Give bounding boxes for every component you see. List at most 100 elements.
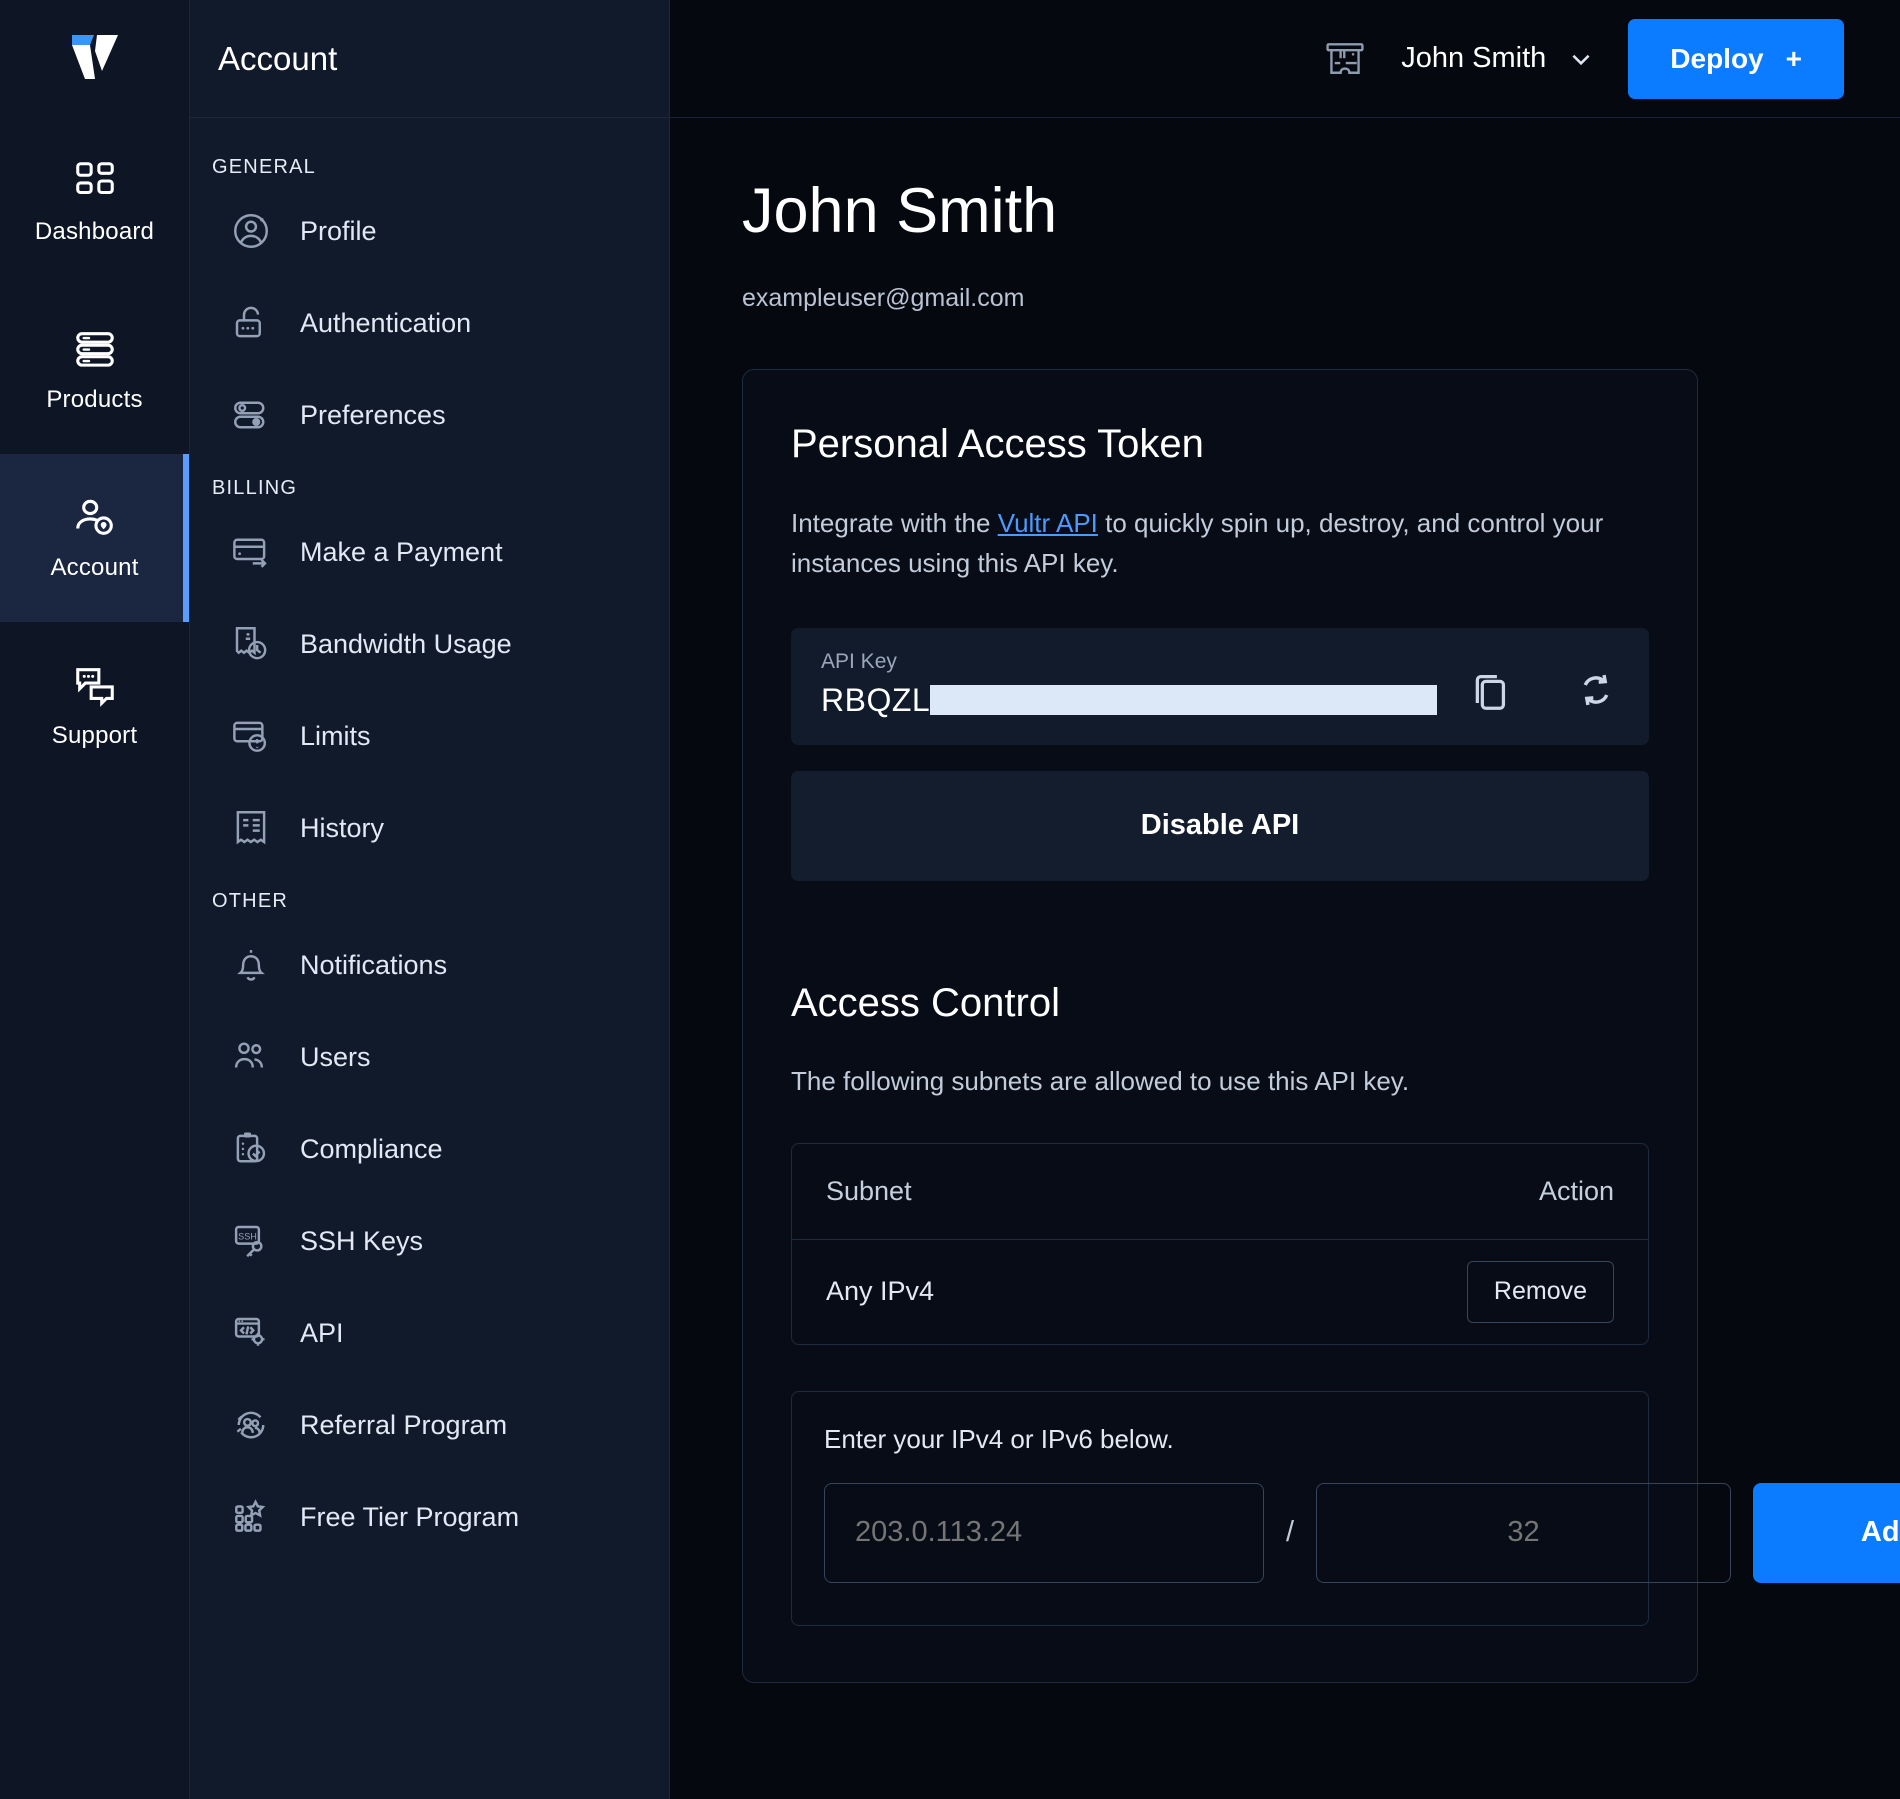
cidr-prefix-input[interactable] (1316, 1482, 1732, 1583)
code-window-gear-icon (234, 1317, 265, 1346)
main-area: John Smith Deploy + John Smith exampleus… (670, 0, 1900, 1799)
rail-item-dashboard[interactable]: Dashboard (0, 118, 189, 286)
deploy-button[interactable]: Deploy + (1628, 18, 1844, 99)
page-title: John Smith (742, 176, 1058, 246)
user-menu[interactable]: John Smith (1401, 42, 1594, 75)
token-card-heading: Personal Access Token (791, 422, 1204, 467)
rail-label-products: Products (46, 386, 143, 413)
sidebar-label-make-a-payment: Make a Payment (300, 536, 503, 567)
sidebar-item-make-a-payment[interactable]: Make a Payment (190, 506, 669, 598)
svg-text:SSH: SSH (238, 1231, 257, 1241)
sidebar-label-limits: Limits (300, 720, 371, 751)
top-bar: John Smith Deploy + (670, 0, 1900, 118)
vultr-api-link[interactable]: Vultr API (998, 508, 1098, 538)
add-subnet-form: Enter your IPv4 or IPv6 below. / Add (791, 1390, 1900, 1626)
table-header-row: Subnet Action (792, 1144, 1648, 1240)
chat-bubbles-icon (75, 668, 114, 707)
toggles-icon (234, 401, 265, 429)
sidebar-label-ssh-keys: SSH Keys (300, 1225, 424, 1256)
nav-group-other: OTHER (212, 890, 288, 912)
sidebar-item-users[interactable]: Users (190, 1011, 669, 1103)
sidebar-item-preferences[interactable]: Preferences (190, 369, 669, 461)
column-header-subnet: Subnet (826, 1175, 912, 1206)
api-key-field: API Key RBQZL (791, 627, 1649, 745)
copy-icon[interactable] (1467, 667, 1513, 713)
receipt-icon (236, 811, 266, 845)
sidebar-item-history[interactable]: History (190, 782, 669, 874)
api-key-value[interactable]: RBQZL (821, 682, 930, 719)
sidebar-item-limits[interactable]: Limits (190, 690, 669, 782)
user-menu-name: John Smith (1401, 42, 1547, 74)
sidebar-label-referral-program: Referral Program (300, 1409, 508, 1440)
primary-nav-rail: Dashboard Products Account Support (0, 0, 190, 1799)
credit-card-arrow-icon (233, 538, 267, 568)
sidebar-label-notifications: Notifications (300, 949, 448, 980)
sidebar-item-authentication[interactable]: Authentication (190, 277, 669, 369)
sidebar-nav: GENERAL Profile Authentication Preferenc… (190, 118, 669, 1563)
table-row: Any IPv4 Remove (792, 1240, 1648, 1344)
personal-access-token-card: Personal Access Token Integrate with the… (742, 369, 1900, 1683)
rail-item-products[interactable]: Products (0, 286, 189, 454)
sidebar-item-ssh-keys[interactable]: SSH SSH Keys (190, 1195, 669, 1287)
add-subnet-button[interactable]: Add (1753, 1482, 1900, 1583)
sidebar-item-referral-program[interactable]: Referral Program (190, 1379, 669, 1471)
subnets-table: Subnet Action Any IPv4 Remove (791, 1142, 1649, 1345)
dashboard-grid-icon (75, 162, 114, 195)
sidebar-item-free-tier-program[interactable]: Free Tier Program (190, 1471, 669, 1563)
api-key-redaction-bar (930, 685, 1437, 716)
bill-gauge-icon (235, 627, 267, 660)
account-sidebar: Account GENERAL Profile Authentication P… (190, 0, 670, 1799)
sidebar-item-compliance[interactable]: Compliance (190, 1103, 669, 1195)
grid-star-icon (235, 1499, 266, 1532)
access-control-description: The following subnets are allowed to use… (791, 1065, 1410, 1096)
nav-group-general: GENERAL (212, 156, 316, 178)
disable-api-button[interactable]: Disable API (791, 770, 1649, 881)
sidebar-label-users: Users (300, 1041, 371, 1072)
remove-button[interactable]: Remove (1466, 1260, 1614, 1323)
cidr-separator: / (1286, 1516, 1295, 1549)
sidebar-header: Account (190, 0, 669, 118)
nav-group-billing: BILLING (212, 477, 298, 499)
sidebar-title: Account (218, 39, 338, 77)
sidebar-label-history: History (300, 812, 385, 843)
access-control-heading: Access Control (791, 980, 1060, 1025)
card-alert-icon (233, 721, 267, 752)
rail-label-dashboard: Dashboard (34, 218, 155, 245)
content-scroll: John Smith exampleuser@gmail.com Persona… (670, 118, 1900, 1799)
sidebar-label-api: API (300, 1317, 344, 1348)
page-email: exampleuser@gmail.com (742, 284, 1025, 313)
sidebar-label-free-tier-program: Free Tier Program (300, 1501, 520, 1532)
sidebar-item-api[interactable]: API (190, 1287, 669, 1379)
ticket-icon[interactable] (1323, 37, 1367, 81)
refresh-icon[interactable] (1573, 667, 1619, 713)
unlocked-padlock-icon (235, 306, 261, 338)
sidebar-item-profile[interactable]: Profile (190, 185, 669, 277)
users-group-icon (234, 1042, 264, 1068)
sidebar-label-bandwidth-usage: Bandwidth Usage (300, 628, 512, 659)
sidebar-label-profile: Profile (300, 215, 377, 246)
rail-item-account[interactable]: Account (0, 454, 189, 622)
add-subnet-label: Enter your IPv4 or IPv6 below. (824, 1423, 1174, 1454)
ssh-key-icon: SSH (234, 1225, 263, 1258)
app-root: Dashboard Products Account Support Accou… (0, 0, 1900, 1799)
rail-item-support[interactable]: Support (0, 622, 189, 790)
sidebar-label-preferences: Preferences (300, 399, 446, 430)
sidebar-item-notifications[interactable]: Notifications (190, 919, 669, 1011)
user-circle-icon (234, 214, 268, 248)
sidebar-label-authentication: Authentication (300, 307, 472, 338)
chevron-down-icon (1572, 54, 1590, 65)
vultr-logo[interactable] (0, 0, 189, 118)
deploy-button-label: Deploy (1670, 42, 1764, 74)
token-card-description: Integrate with the Vultr API to quickly … (791, 503, 1649, 584)
sidebar-item-bandwidth-usage[interactable]: Bandwidth Usage (190, 598, 669, 690)
ip-address-input[interactable] (824, 1482, 1264, 1583)
cell-subnet: Any IPv4 (826, 1276, 935, 1307)
rail-label-support: Support (51, 722, 138, 749)
vultr-logo-icon (71, 35, 118, 79)
sidebar-label-compliance: Compliance (300, 1133, 443, 1164)
clipboard-check-icon (236, 1132, 266, 1163)
desc-part-1: Integrate with the (791, 508, 998, 539)
referral-people-icon (236, 1411, 265, 1439)
servers-stack-icon (75, 332, 114, 367)
api-key-label: API Key (821, 649, 897, 673)
